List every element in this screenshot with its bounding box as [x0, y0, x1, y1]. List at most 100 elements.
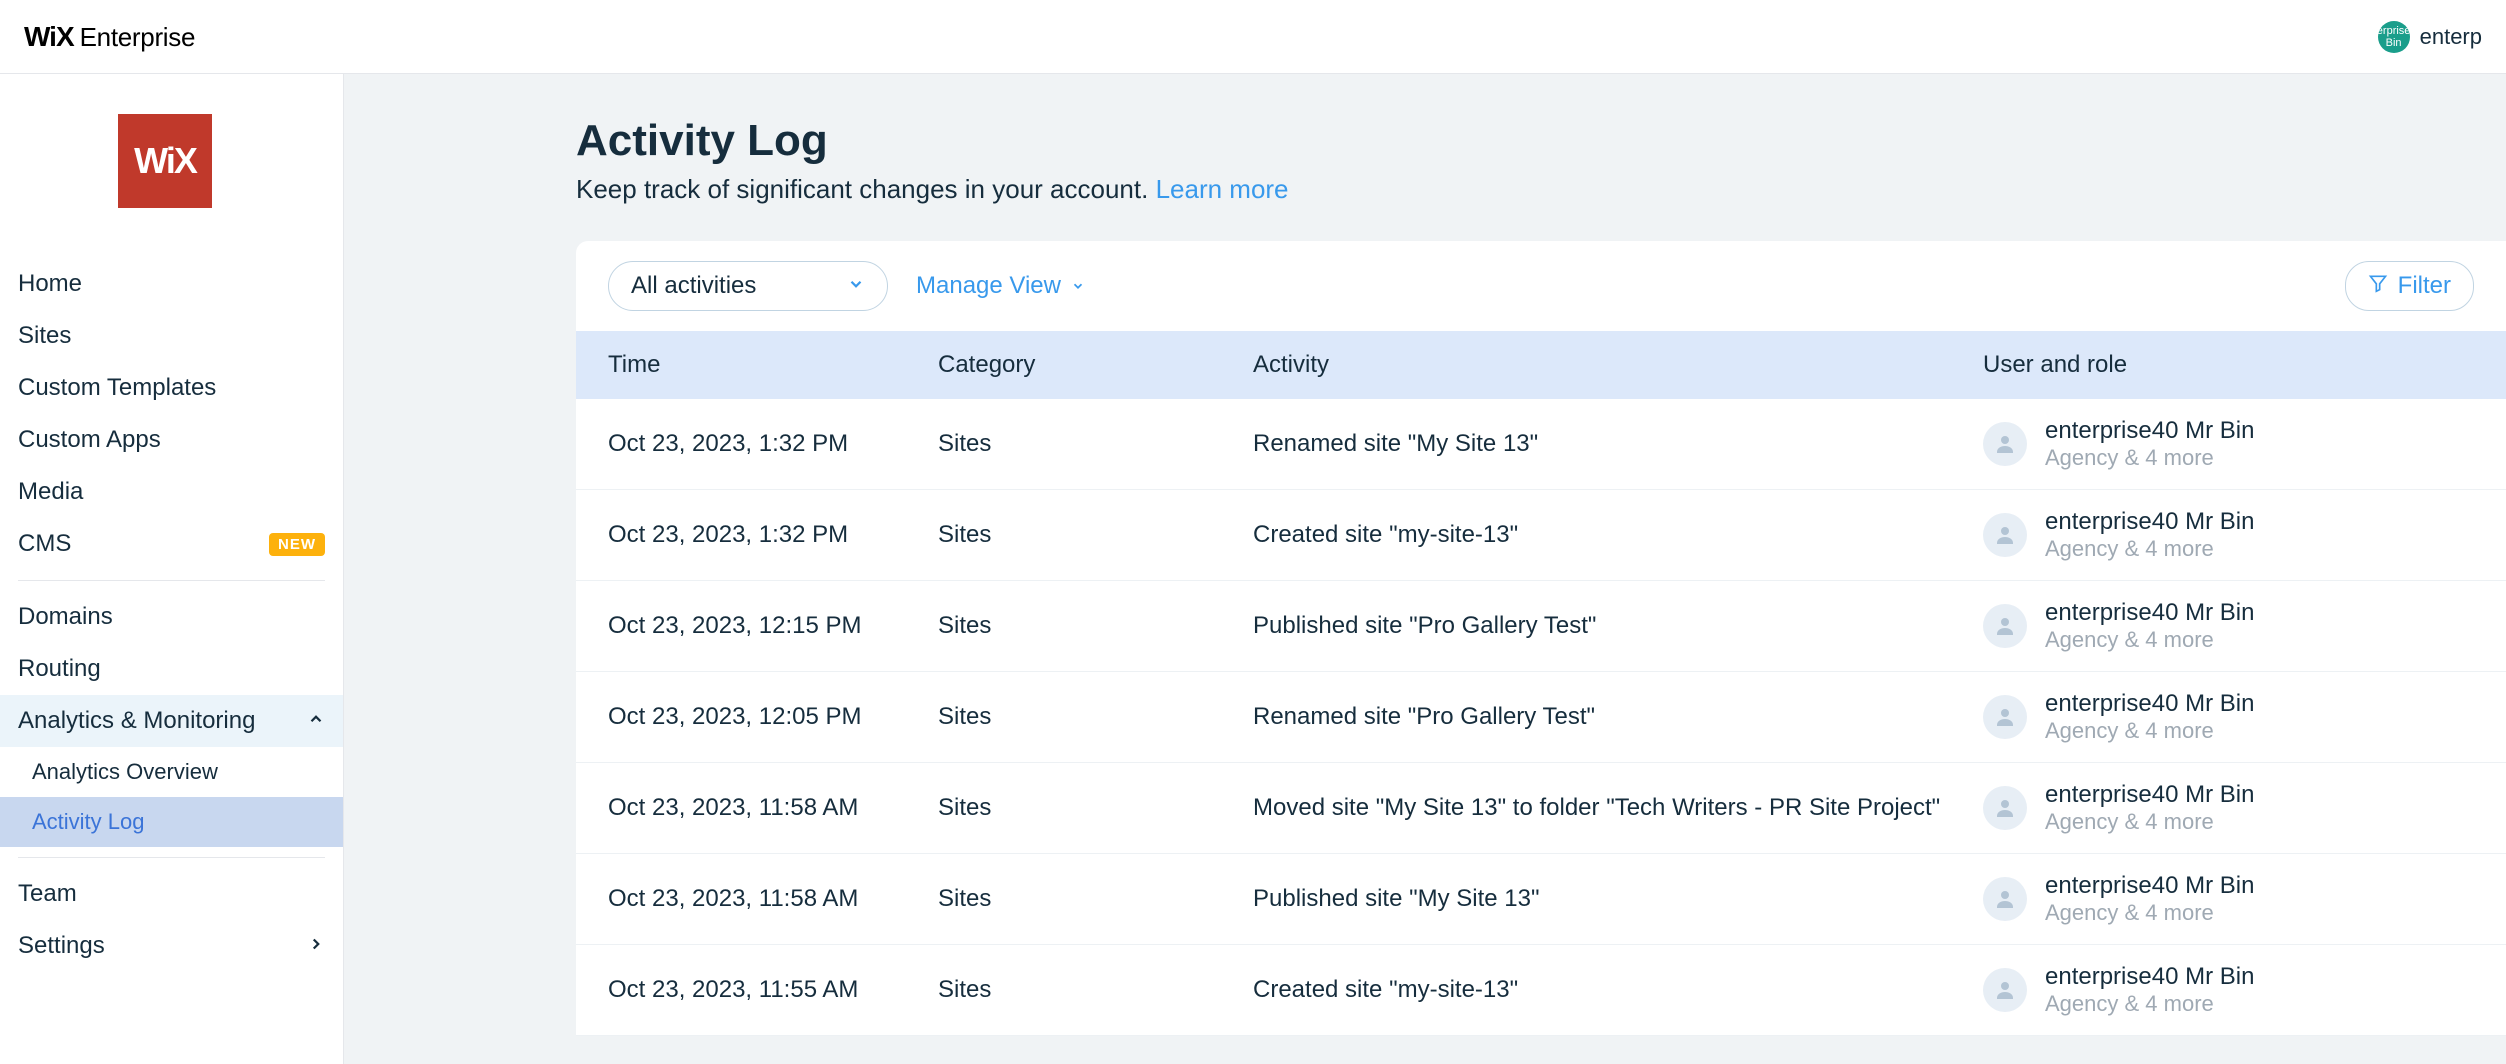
sidebar-item-label: Media	[18, 478, 83, 506]
cell-category: Sites	[938, 521, 1253, 549]
cell-activity: Created site "my-site-13"	[1253, 976, 1983, 1004]
sidebar-item-label: Home	[18, 270, 82, 298]
top-header: WiX Enterprise erprise Bin enterp	[0, 0, 2506, 74]
activity-panel: All activities Manage View Fil	[576, 241, 2506, 1036]
sidebar: WiX Home Sites Custom Templates Custom A…	[0, 74, 344, 1064]
sidebar-item-domains[interactable]: Domains	[0, 591, 343, 643]
cell-user-name: enterprise40 Mr Bin	[2045, 963, 2254, 991]
cell-time: Oct 23, 2023, 1:32 PM	[608, 430, 938, 458]
cell-time: Oct 23, 2023, 11:58 AM	[608, 885, 938, 913]
cell-time: Oct 23, 2023, 1:32 PM	[608, 521, 938, 549]
col-header-time[interactable]: Time	[608, 351, 938, 379]
cell-user-name: enterprise40 Mr Bin	[2045, 690, 2254, 718]
cell-user-role: Agency & 4 more	[2045, 900, 2254, 926]
chevron-up-icon	[307, 707, 325, 735]
col-header-category[interactable]: Category	[938, 351, 1253, 379]
user-name-label: enterp	[2420, 24, 2482, 50]
cell-user-role: Agency & 4 more	[2045, 445, 2254, 471]
brand[interactable]: WiX Enterprise	[24, 21, 195, 53]
user-avatar-icon	[1983, 877, 2027, 921]
sidebar-item-cms[interactable]: CMS NEW	[0, 518, 343, 570]
cell-activity: Renamed site "My Site 13"	[1253, 430, 1983, 458]
cell-user-role: Agency & 4 more	[2045, 991, 2254, 1017]
table-header: Time Category Activity User and role	[576, 331, 2506, 399]
page-subtitle-text: Keep track of significant changes in you…	[576, 174, 1156, 204]
cell-activity: Renamed site "Pro Gallery Test"	[1253, 703, 1983, 731]
main-content: Activity Log Keep track of significant c…	[344, 74, 2506, 1064]
dropdown-label: All activities	[631, 272, 756, 300]
sidebar-item-label: Custom Apps	[18, 426, 161, 454]
sidebar-item-team[interactable]: Team	[0, 868, 343, 920]
sidebar-item-label: Settings	[18, 932, 105, 960]
sidebar-item-label: Custom Templates	[18, 374, 216, 402]
cell-activity: Published site "My Site 13"	[1253, 885, 1983, 913]
cell-user-name: enterprise40 Mr Bin	[2045, 417, 2254, 445]
cell-user-role: Agency & 4 more	[2045, 718, 2254, 744]
table-body: Oct 23, 2023, 1:32 PM Sites Renamed site…	[576, 399, 2506, 1036]
sidebar-item-home[interactable]: Home	[0, 258, 343, 310]
cell-category: Sites	[938, 885, 1253, 913]
sidebar-item-media[interactable]: Media	[0, 466, 343, 518]
user-avatar-icon	[1983, 695, 2027, 739]
sidebar-item-custom-apps[interactable]: Custom Apps	[0, 414, 343, 466]
sidebar-item-label: Domains	[18, 603, 113, 631]
user-avatar-icon: erprise Bin	[2378, 21, 2410, 53]
sidebar-item-analytics-monitoring[interactable]: Analytics & Monitoring	[0, 695, 343, 747]
sidebar-item-label: Routing	[18, 655, 101, 683]
cell-user-role: Agency & 4 more	[2045, 809, 2254, 835]
user-avatar-icon	[1983, 604, 2027, 648]
table-row[interactable]: Oct 23, 2023, 11:58 AM Sites Moved site …	[576, 763, 2506, 854]
filter-button[interactable]: Filter	[2345, 261, 2474, 311]
table-row[interactable]: Oct 23, 2023, 12:15 PM Sites Published s…	[576, 581, 2506, 672]
sidebar-item-activity-log[interactable]: Activity Log	[0, 797, 343, 847]
cell-activity: Created site "my-site-13"	[1253, 521, 1983, 549]
activities-dropdown[interactable]: All activities	[608, 261, 888, 311]
cell-user-role: Agency & 4 more	[2045, 627, 2254, 653]
learn-more-link[interactable]: Learn more	[1156, 174, 1289, 204]
cell-user-name: enterprise40 Mr Bin	[2045, 599, 2254, 627]
manage-view-label: Manage View	[916, 272, 1061, 300]
sidebar-item-custom-templates[interactable]: Custom Templates	[0, 362, 343, 414]
account-logo[interactable]: WiX	[118, 114, 212, 208]
table-row[interactable]: Oct 23, 2023, 1:32 PM Sites Renamed site…	[576, 399, 2506, 490]
user-menu[interactable]: erprise Bin enterp	[2378, 21, 2482, 53]
filter-icon	[2368, 272, 2388, 300]
table-row[interactable]: Oct 23, 2023, 12:05 PM Sites Renamed sit…	[576, 672, 2506, 763]
user-avatar-icon	[1983, 968, 2027, 1012]
sidebar-item-label: CMS	[18, 530, 71, 558]
sidebar-item-label: Sites	[18, 322, 71, 350]
cell-user-name: enterprise40 Mr Bin	[2045, 872, 2254, 900]
sidebar-item-routing[interactable]: Routing	[0, 643, 343, 695]
cell-user-name: enterprise40 Mr Bin	[2045, 781, 2254, 809]
user-avatar-icon	[1983, 422, 2027, 466]
col-header-user[interactable]: User and role	[1983, 351, 2474, 379]
manage-view-link[interactable]: Manage View	[916, 272, 1085, 300]
filter-label: Filter	[2398, 272, 2451, 300]
sidebar-item-settings[interactable]: Settings	[0, 920, 343, 972]
sidebar-item-sites[interactable]: Sites	[0, 310, 343, 362]
user-avatar-icon	[1983, 513, 2027, 557]
cell-user-role: Agency & 4 more	[2045, 536, 2254, 562]
table-row[interactable]: Oct 23, 2023, 11:55 AM Sites Created sit…	[576, 945, 2506, 1036]
cell-time: Oct 23, 2023, 12:15 PM	[608, 612, 938, 640]
sidebar-item-label: Analytics Overview	[32, 759, 218, 785]
cell-category: Sites	[938, 976, 1253, 1004]
cell-time: Oct 23, 2023, 11:58 AM	[608, 794, 938, 822]
account-logo-text: WiX	[134, 140, 196, 182]
sidebar-divider	[18, 857, 325, 858]
sidebar-item-analytics-overview[interactable]: Analytics Overview	[0, 747, 343, 797]
chevron-down-icon	[1071, 272, 1085, 300]
user-avatar-icon	[1983, 786, 2027, 830]
brand-enterprise-text: Enterprise	[80, 22, 196, 53]
sidebar-item-label: Analytics & Monitoring	[18, 707, 255, 735]
sidebar-item-label: Activity Log	[32, 809, 145, 835]
table-row[interactable]: Oct 23, 2023, 11:58 AM Sites Published s…	[576, 854, 2506, 945]
new-badge: NEW	[269, 533, 325, 556]
cell-time: Oct 23, 2023, 12:05 PM	[608, 703, 938, 731]
cell-category: Sites	[938, 430, 1253, 458]
cell-category: Sites	[938, 612, 1253, 640]
sidebar-item-label: Team	[18, 880, 77, 908]
col-header-activity[interactable]: Activity	[1253, 351, 1983, 379]
table-row[interactable]: Oct 23, 2023, 1:32 PM Sites Created site…	[576, 490, 2506, 581]
sidebar-divider	[18, 580, 325, 581]
